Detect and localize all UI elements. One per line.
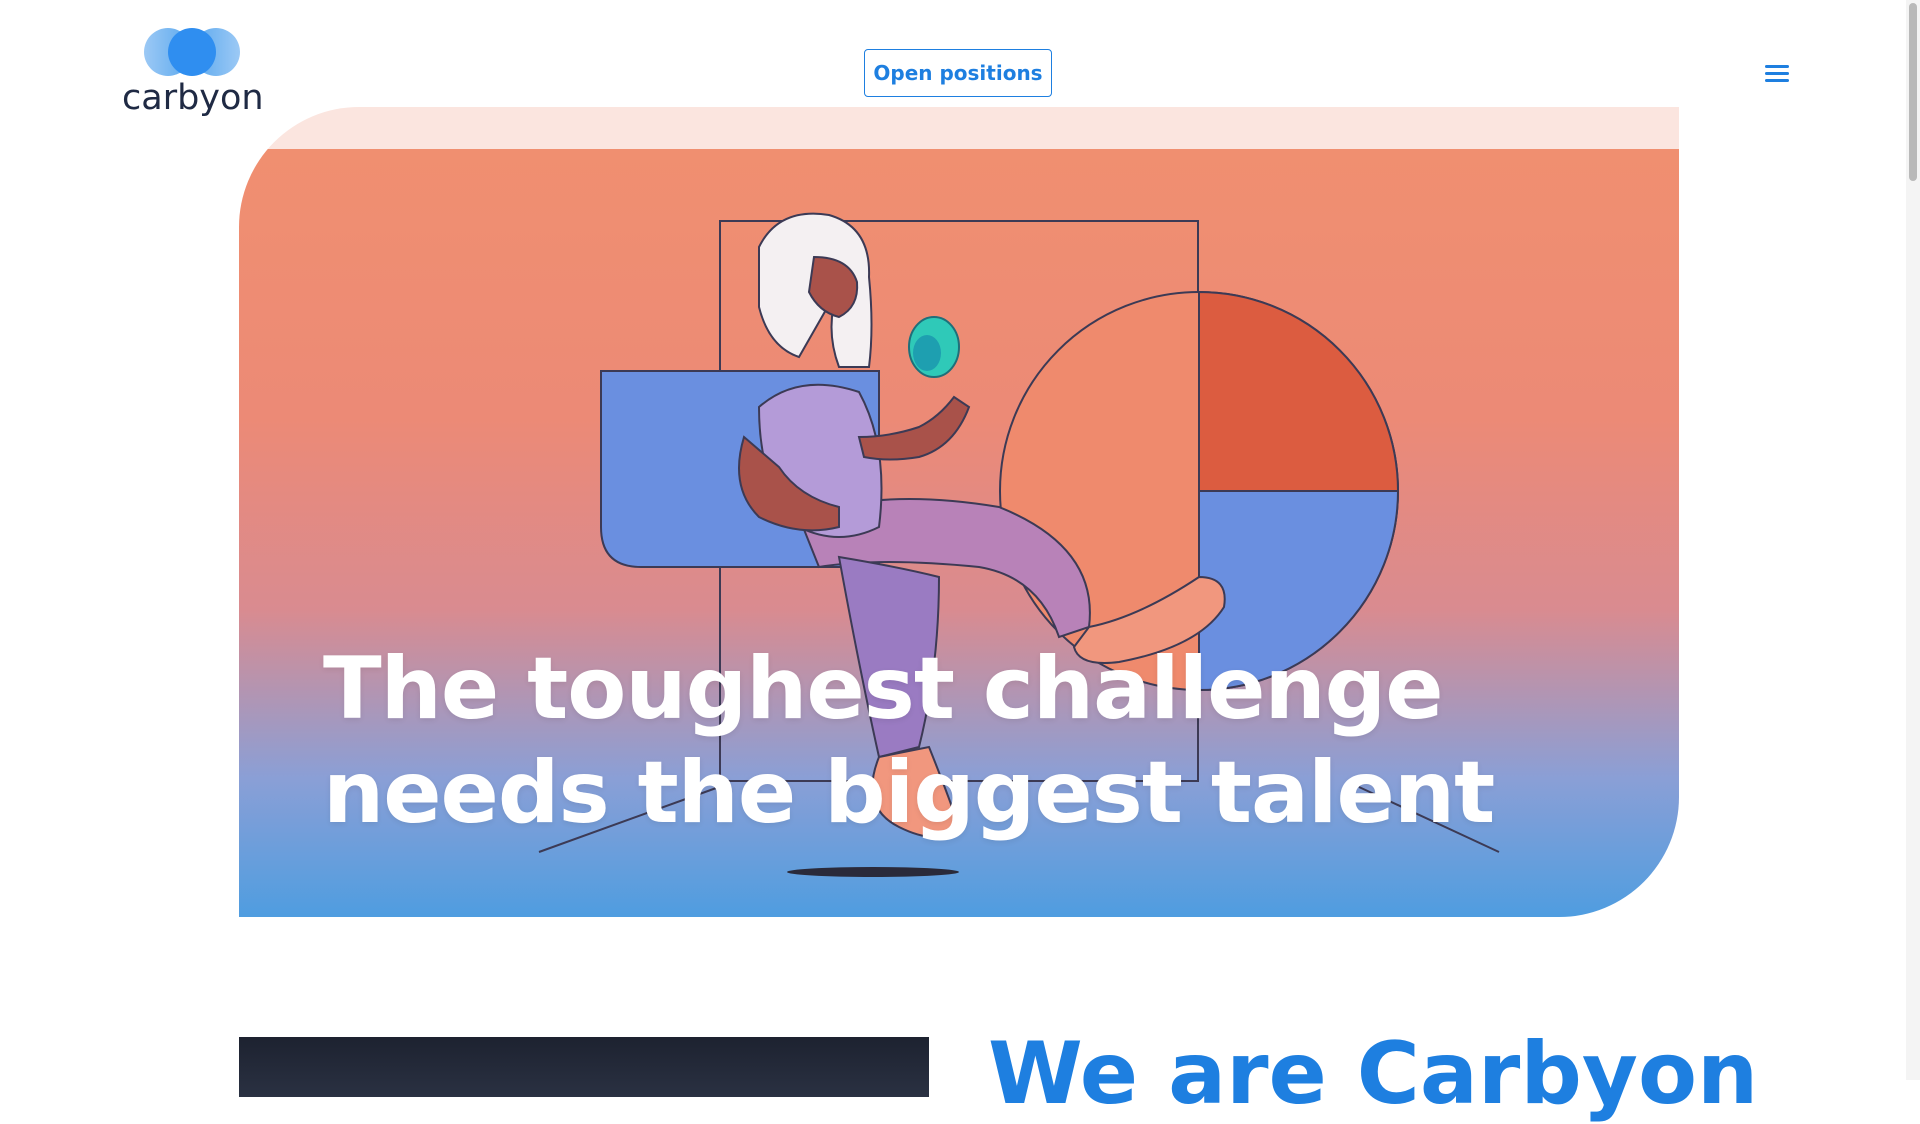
hero-title: The toughest challenge needs the biggest… <box>323 637 1495 845</box>
hero-banner: The toughest challenge needs the biggest… <box>239 107 1679 917</box>
hero-title-line-2: needs the biggest talent <box>323 743 1495 843</box>
about-video-thumbnail[interactable] <box>239 1037 929 1097</box>
scrollbar-thumb[interactable] <box>1909 3 1917 181</box>
about-heading: We are Carbyon <box>988 1024 1759 1124</box>
logo-circles-icon <box>144 28 240 76</box>
hero-title-line-1: The toughest challenge <box>323 639 1444 739</box>
open-positions-button[interactable]: Open positions <box>864 49 1052 97</box>
page-scrollbar[interactable] <box>1906 0 1920 1080</box>
hamburger-menu-icon[interactable] <box>1762 62 1792 86</box>
